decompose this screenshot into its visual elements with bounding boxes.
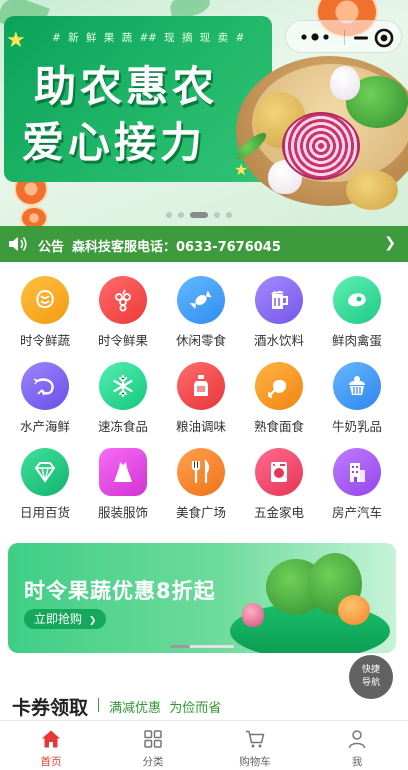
chevron-right-icon: ❯ [88,616,97,626]
category-label: 五金家电 [253,505,304,520]
category-seafood[interactable]: 水产海鲜 [4,348,84,434]
home-icon [42,730,60,748]
category-snacks[interactable]: 休闲零食 [160,262,240,348]
category-label: 水产海鲜 [19,419,70,434]
star-icon: ★ [6,28,26,53]
garlic-illustration [330,66,360,100]
tab-cart[interactable]: 购物车 [204,721,306,770]
grape-icon [99,276,147,324]
category-label: 鲜肉禽蛋 [331,333,382,348]
peach-illustration [338,595,370,625]
category-hardware-appliances[interactable]: 五金家电 [238,434,318,520]
miniprogram-capsule [285,20,402,53]
bottom-tab-bar: 首页 分类 购物车 我 [0,720,408,770]
notice-text: 森科技客服电话：0633-7676045 [72,240,281,255]
speaker-icon [9,237,27,251]
category-meat-eggs[interactable]: 鲜肉禽蛋 [316,262,396,348]
roast-chicken-icon [255,362,303,410]
category-label: 日用百货 [19,505,70,520]
hero-tag-fresh: # 新 鲜 果 蔬 # [52,32,151,44]
category-label: 房产汽车 [331,505,382,520]
category-label: 速冻食品 [97,419,148,434]
promo-title: 时令果蔬优惠8折起 [24,579,216,603]
notice-bar[interactable]: 公告 森科技客服电话：0633-7676045 ❯ [0,226,408,262]
category-food-court[interactable]: 美食广场 [160,434,240,520]
category-grain-oil[interactable]: 粮油调味 [160,348,240,434]
category-label: 服装服饰 [97,505,148,520]
category-property-cars[interactable]: 房产汽车 [316,434,396,520]
category-clothing[interactable]: 服装服饰 [82,434,162,520]
category-label: 时令鲜蔬 [19,333,70,348]
potato-illustration [346,170,398,210]
carousel-indicators [166,212,232,218]
carousel-dot[interactable] [166,212,172,218]
category-drinks[interactable]: 酒水饮料 [238,262,318,348]
category-label: 时令鲜果 [97,333,148,348]
category-grid-icon [144,730,162,748]
diamond-icon [21,448,69,496]
carousel-dot[interactable] [214,212,220,218]
notice-label: 公告 [38,240,65,255]
hero-tag-picked: # 现 摘 现 卖 # [148,32,247,44]
category-daily-goods[interactable]: 日用百货 [4,434,84,520]
coupon-divider [98,698,99,712]
category-label: 美食广场 [175,505,226,520]
promo-scroll-thumb [170,645,190,648]
vegetable-icon [21,276,69,324]
tab-label: 分类 [142,756,164,768]
more-dots-icon[interactable] [300,32,330,42]
hero-title-line1: 助农惠农 [34,62,219,111]
cart-icon [246,730,265,748]
tab-label: 首页 [40,756,62,768]
category-label: 酒水饮料 [253,333,304,348]
tab-me[interactable]: 我 [306,721,408,770]
tab-home[interactable]: 首页 [0,721,102,770]
capsule-divider [344,30,345,45]
meat-icon [333,276,381,324]
shrimp-icon [21,362,69,410]
tab-label: 购物车 [239,756,271,768]
dress-icon [99,448,147,496]
category-label: 休闲零食 [175,333,226,348]
oil-bottle-icon [177,362,225,410]
chevron-right-icon[interactable]: ❯ [384,235,396,251]
coupon-section-title: 卡券领取 [12,697,89,719]
promo-banner[interactable]: 时令果蔬优惠8折起 立即抢购 ❯ [8,543,396,653]
close-target-icon[interactable] [354,28,394,48]
candy-icon [177,276,225,324]
quick-nav-label-2: 导航 [361,678,380,688]
hero-title-line2: 爱心接力 [22,118,207,167]
cupcake-icon [333,362,381,410]
category-label: 粮油调味 [175,419,226,434]
user-icon [348,730,366,749]
category-cooked-food[interactable]: 熟食面食 [238,348,318,434]
category-fruits[interactable]: 时令鲜果 [82,262,162,348]
snowflake-icon [99,362,147,410]
category-label: 牛奶乳品 [331,419,382,434]
coupon-section-subtitle: 满减优惠 为俭而省 [109,701,222,716]
carousel-dot[interactable] [226,212,232,218]
category-label: 熟食面食 [253,419,304,434]
category-vegetables[interactable]: 时令鲜蔬 [4,262,84,348]
washing-machine-icon [255,448,303,496]
carousel-dot[interactable] [178,212,184,218]
tab-category[interactable]: 分类 [102,721,204,770]
cutlery-icon [177,448,225,496]
dragonfruit-illustration [242,603,264,627]
quick-nav-label-1: 快捷 [361,665,380,675]
category-frozen[interactable]: 速冻食品 [82,348,162,434]
orange-slice-decoration [20,206,48,226]
category-dairy[interactable]: 牛奶乳品 [316,348,396,434]
building-icon [333,448,381,496]
buy-now-label: 立即抢购 [34,612,83,626]
carousel-dot-active[interactable] [190,212,208,218]
beer-icon [255,276,303,324]
quick-nav-button[interactable]: 快捷 导航 [349,655,393,699]
onion-illustration [282,112,360,180]
buy-now-button[interactable]: 立即抢购 ❯ [24,609,107,629]
tab-label: 我 [351,756,363,768]
